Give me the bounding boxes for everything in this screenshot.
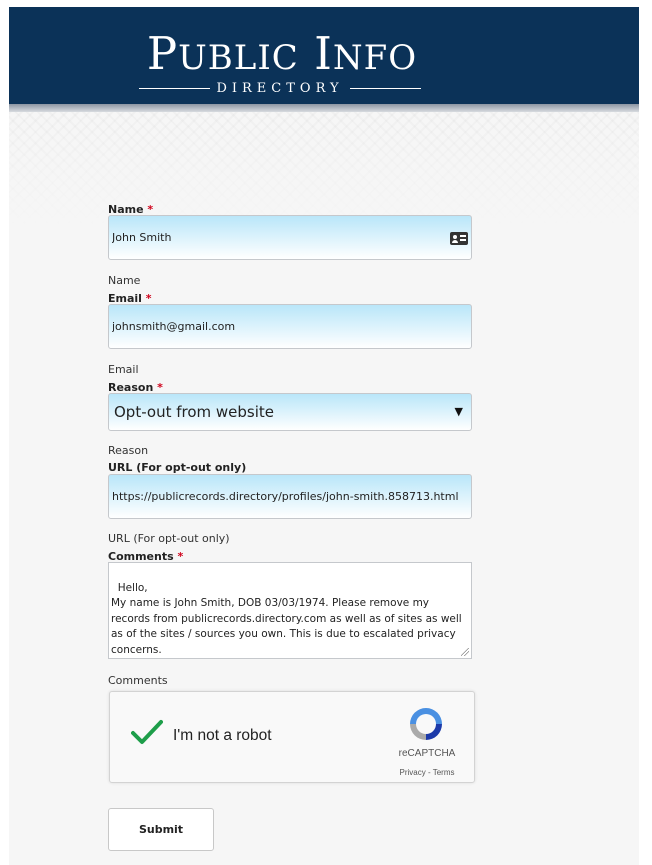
resize-handle-icon[interactable] [461, 648, 469, 656]
recaptcha-links[interactable]: Privacy - Terms [386, 768, 468, 777]
logo-title: PUBLIC INFO [146, 27, 418, 80]
not-a-robot-label[interactable]: I'm not a robot [173, 727, 272, 745]
url-helper: URL (For opt-out only) [108, 532, 230, 545]
checkmark-icon[interactable] [131, 719, 163, 745]
comments-helper: Comments [108, 674, 168, 687]
recaptcha-brand: reCAPTCHA [398, 748, 456, 759]
url-label: URL (For opt-out only) [108, 461, 247, 474]
reason-helper: Reason [108, 444, 149, 457]
header-shadow [9, 104, 639, 112]
logo-subtitle: DIRECTORY [133, 78, 427, 98]
contact-card-icon[interactable] [450, 232, 468, 245]
url-field[interactable]: https://publicrecords.directory/profiles… [108, 474, 472, 519]
submit-button[interactable]: Submit [108, 808, 214, 851]
name-field[interactable]: John Smith [108, 215, 472, 260]
recaptcha-widget: I'm not a robot reCAPTCHA Privacy - Term… [109, 691, 475, 783]
email-helper: Email [108, 363, 139, 376]
email-field[interactable]: johnsmith@gmail.com [108, 304, 472, 349]
reason-select[interactable]: Opt-out from website ▼ [108, 393, 472, 431]
name-helper: Name [108, 274, 141, 287]
logo-line-left [139, 87, 211, 89]
dropdown-arrow-icon[interactable]: ▼ [455, 405, 463, 418]
site-header: PUBLIC INFO DIRECTORY [9, 7, 639, 109]
comments-textarea[interactable]: Hello, My name is John Smith, DOB 03/03/… [108, 562, 472, 659]
recaptcha-logo-icon [410, 708, 442, 740]
logo-line-right [349, 87, 421, 89]
